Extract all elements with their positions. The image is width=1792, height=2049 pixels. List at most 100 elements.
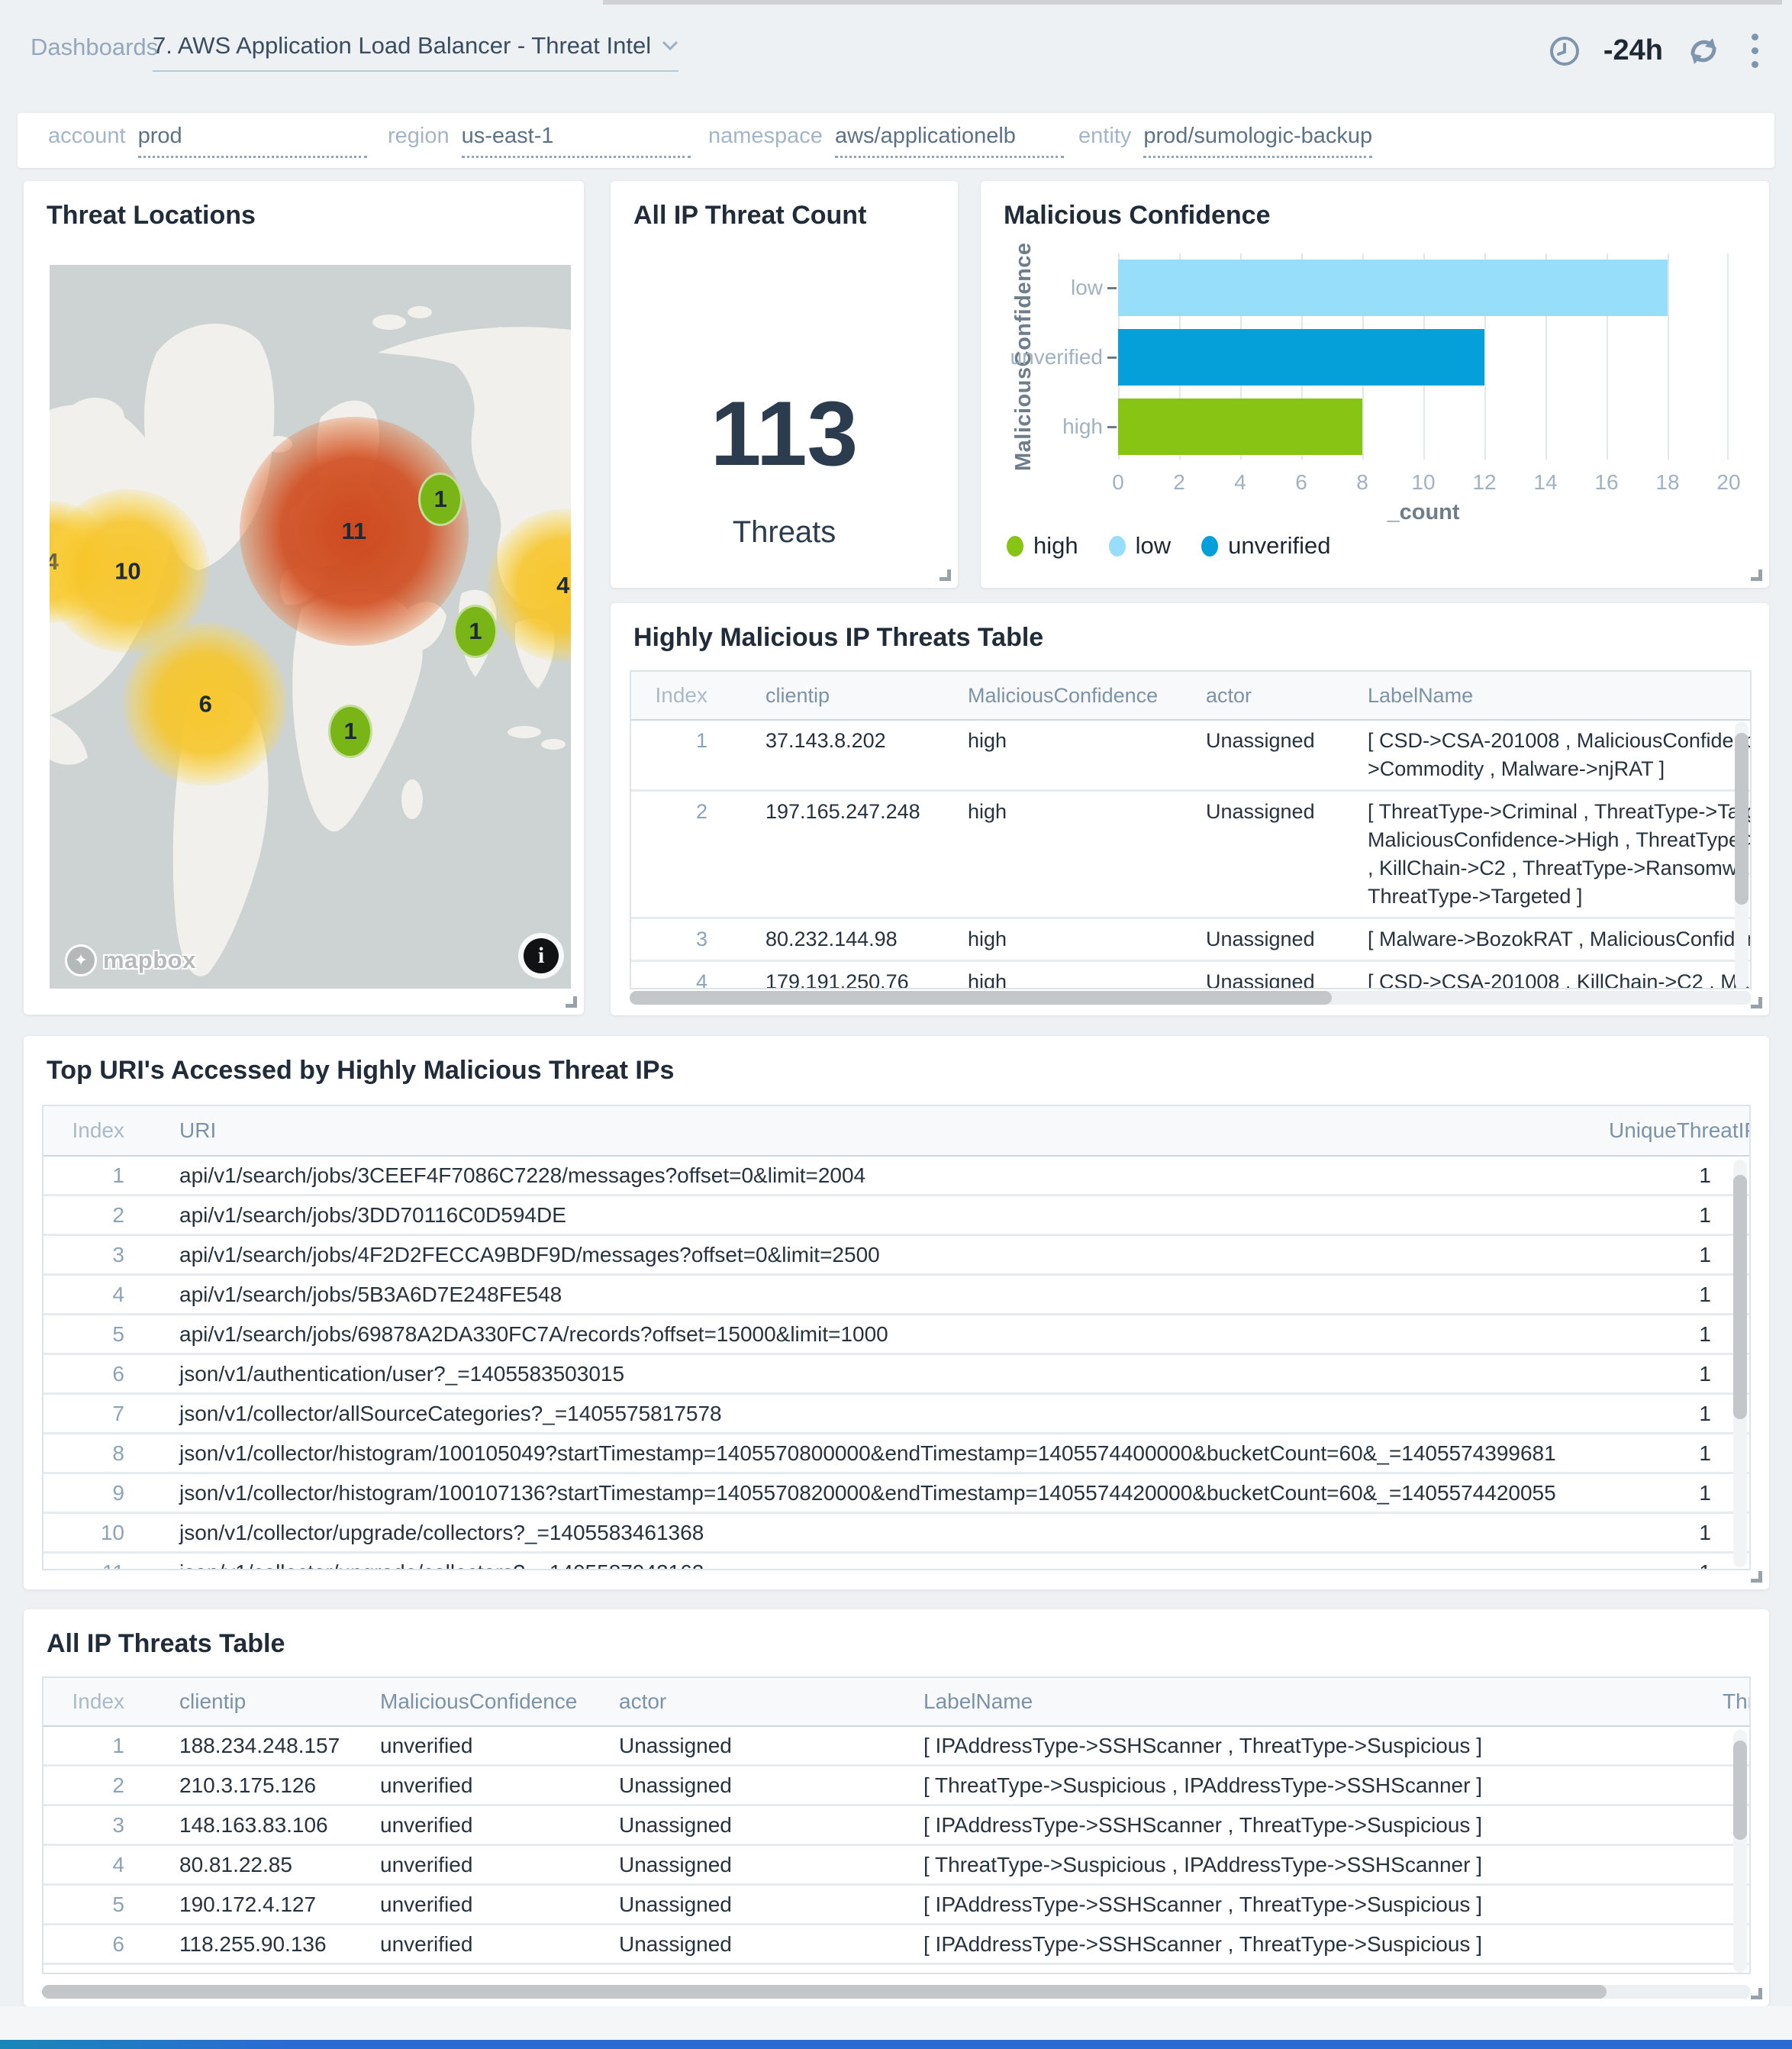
- table-row[interactable]: 1188.234.248.157unverifiedUnassigned[ IP…: [44, 1727, 1749, 1767]
- cell-uniquethreatips: 1: [1581, 1481, 1749, 1505]
- cell-index: 1: [631, 727, 738, 783]
- marker-count: 1: [434, 486, 447, 513]
- chart-plot-area: [1118, 253, 1729, 460]
- breadcrumb[interactable]: Dashboards: [31, 34, 158, 61]
- column-header-actor[interactable]: actor: [601, 1689, 905, 1714]
- refresh-icon[interactable]: [1686, 34, 1721, 68]
- column-header-clientip[interactable]: clientip: [738, 682, 940, 710]
- cell-clientip: 210.3.175.126: [161, 1773, 362, 1798]
- label-line: [ CSD->CSA-201008 , KillChain->C2 , Mali…: [1368, 968, 1750, 989]
- chart-bar-high[interactable]: [1118, 399, 1362, 455]
- table-row[interactable]: 5190.172.4.127unverifiedUnassigned[ IPAd…: [44, 1886, 1749, 1925]
- horizontal-scrollbar-track: [42, 1985, 1751, 1999]
- chart-bar-low[interactable]: [1118, 260, 1668, 316]
- table-row[interactable]: 380.232.144.98highUnassigned[ Malware->B…: [631, 919, 1750, 962]
- vertical-scrollbar-thumb[interactable]: [1733, 1741, 1747, 1840]
- panel-resize-handle[interactable]: [1751, 1571, 1762, 1583]
- column-header-labelname[interactable]: LabelName: [1340, 682, 1750, 710]
- vertical-scrollbar-thumb[interactable]: [1735, 733, 1748, 905]
- cell-actor: Unassigned: [1178, 798, 1340, 911]
- chart-bar-unverified[interactable]: [1118, 329, 1484, 386]
- mapbox-icon: ✦: [65, 944, 97, 976]
- table-row[interactable]: 1api/v1/search/jobs/3CEEF4F7086C7228/mes…: [44, 1157, 1749, 1196]
- table-row[interactable]: 2197.165.247.248highUnassigned[ ThreatTy…: [631, 792, 1750, 919]
- cell-confidence: unverified: [362, 1853, 601, 1877]
- dashboard-title-selector[interactable]: 7. AWS Application Load Balancer - Threa…: [153, 32, 678, 72]
- column-header-index[interactable]: Index: [44, 1689, 161, 1714]
- x-tick-label: 4: [1225, 470, 1255, 495]
- mapbox-attribution[interactable]: ✦ mapbox: [65, 944, 196, 976]
- cell-uniquethreatips: 1: [1581, 1521, 1749, 1545]
- dashboard-page: Dashboards 7. AWS Application Load Balan…: [0, 0, 1792, 2049]
- column-header-index[interactable]: Index: [44, 1118, 161, 1143]
- column-header-clientip[interactable]: clientip: [161, 1689, 362, 1714]
- map-marker-heat-red[interactable]: 11: [240, 417, 469, 646]
- table-header-row: Index clientip MaliciousConfidence actor…: [631, 672, 1750, 721]
- table-row[interactable]: 137.143.8.202highUnassigned[ CSD->CSA-20…: [631, 721, 1750, 792]
- filter-label: namespace: [708, 124, 823, 149]
- table-row[interactable]: 11json/v1/collector/upgrade/collectors?_…: [44, 1554, 1749, 1570]
- panel-title: Top URI's Accessed by Highly Malicious T…: [47, 1056, 674, 1086]
- map-marker-cluster-green[interactable]: 1: [453, 605, 498, 658]
- table-row[interactable]: 4179.191.250.76highUnassigned[ CSD->CSA-…: [631, 962, 1750, 989]
- vertical-scrollbar-thumb[interactable]: [1733, 1175, 1747, 1419]
- table-row[interactable]: 9json/v1/collector/histogram/100107136?s…: [44, 1474, 1749, 1514]
- column-header-index[interactable]: Index: [631, 683, 738, 708]
- cell-uniquethreatips: 1: [1581, 1322, 1749, 1347]
- panel-resize-handle[interactable]: [1751, 997, 1762, 1008]
- panel-title: Highly Malicious IP Threats Table: [633, 623, 1043, 653]
- table-row[interactable]: 10json/v1/collector/upgrade/collectors?_…: [44, 1514, 1749, 1554]
- panel-malicious-confidence: Malicious Confidence MaliciousConfidence…: [981, 181, 1769, 588]
- map-marker-cluster-green[interactable]: 1: [418, 473, 463, 526]
- map-info-icon[interactable]: i: [524, 938, 559, 973]
- panel-resize-handle[interactable]: [1751, 570, 1762, 581]
- filter-value-input[interactable]: us-east-1: [462, 124, 691, 158]
- time-range-value[interactable]: -24h: [1603, 34, 1663, 67]
- label-line: [ CSD->CSA-201008 , MaliciousConfidence-…: [1368, 727, 1750, 755]
- legend-item-unverified[interactable]: unverified: [1201, 532, 1330, 560]
- column-header-labelname[interactable]: LabelName: [905, 1689, 1704, 1714]
- table-row[interactable]: 5api/v1/search/jobs/69878A2DA330FC7A/rec…: [44, 1315, 1749, 1355]
- kebab-menu-icon[interactable]: [1744, 31, 1766, 71]
- column-header-confidence[interactable]: MaliciousConfidence: [940, 682, 1178, 710]
- label-line: [ Malware->BozokRAT , MaliciousConfidenc: [1368, 925, 1750, 954]
- column-header-confidence[interactable]: MaliciousConfidence: [362, 1689, 601, 1714]
- table-row[interactable]: 3148.163.83.106unverifiedUnassigned[ IPA…: [44, 1806, 1749, 1846]
- panel-resize-handle[interactable]: [940, 570, 951, 581]
- legend-item-high[interactable]: high: [1007, 532, 1078, 560]
- table-row[interactable]: 8json/v1/collector/histogram/100105049?s…: [44, 1434, 1749, 1474]
- column-header-uri[interactable]: URI: [161, 1118, 1581, 1143]
- horizontal-scrollbar-thumb[interactable]: [630, 991, 1332, 1005]
- table-row[interactable]: 2210.3.175.126unverifiedUnassigned[ Thre…: [44, 1767, 1749, 1806]
- table-row[interactable]: 4api/v1/search/jobs/5B3A6D7E248FE5481: [44, 1276, 1749, 1315]
- table-row[interactable]: 480.81.22.85unverifiedUnassigned[ Threat…: [44, 1846, 1749, 1886]
- clock-icon[interactable]: [1549, 35, 1581, 67]
- map-marker-heat-yellow[interactable]: 6: [124, 622, 288, 786]
- cell-labelname: [ ThreatType->Suspicious , IPAddressType…: [905, 1853, 1704, 1877]
- panel-resize-handle[interactable]: [1751, 1988, 1762, 1999]
- table-row[interactable]: 2api/v1/search/jobs/3DD70116C0D594DE1: [44, 1196, 1749, 1236]
- table-row[interactable]: 3api/v1/search/jobs/4F2D2FECCA9BDF9D/mes…: [44, 1236, 1749, 1276]
- filter-value-input[interactable]: prod/sumologic-backup: [1143, 124, 1372, 158]
- cell-uri: api/v1/search/jobs/3CEEF4F7086C7228/mess…: [161, 1163, 1581, 1188]
- panel-resize-handle[interactable]: [566, 996, 577, 1008]
- filter-bar: account prod region us-east-1 namespace …: [18, 113, 1774, 168]
- map-marker-cluster-green[interactable]: 1: [328, 705, 372, 758]
- column-header-actor[interactable]: actor: [1178, 682, 1340, 710]
- cell-uri: json/v1/collector/allSourceCategories?_=…: [161, 1402, 1581, 1426]
- column-header-threat[interactable]: Thr: [1704, 1689, 1751, 1714]
- table-row[interactable]: 6118.255.90.136unverifiedUnassigned[ IPA…: [44, 1925, 1749, 1965]
- axis-category-label: high: [990, 415, 1103, 439]
- filter-value-input[interactable]: aws/applicationelb: [835, 124, 1064, 158]
- filter-value-input[interactable]: prod: [138, 124, 367, 158]
- chart-legend: high low unverified: [1007, 532, 1331, 560]
- cell-index: 3: [44, 1813, 161, 1838]
- column-header-uniquethreatips[interactable]: UniqueThreatIPs: [1581, 1118, 1749, 1143]
- legend-item-low[interactable]: low: [1109, 532, 1172, 560]
- horizontal-scrollbar-thumb[interactable]: [42, 1985, 1607, 1999]
- world-map[interactable]: 4101114161 ✦ mapbox i: [50, 265, 571, 989]
- table-row[interactable]: 6json/v1/authentication/user?_=140558350…: [44, 1355, 1749, 1395]
- table-row[interactable]: 7json/v1/collector/allSourceCategories?_…: [44, 1395, 1749, 1434]
- table-row[interactable]: 7188.239.7.185unverifiedUnassigned[ Thre…: [44, 1965, 1749, 1974]
- cell-index: 5: [44, 1893, 161, 1917]
